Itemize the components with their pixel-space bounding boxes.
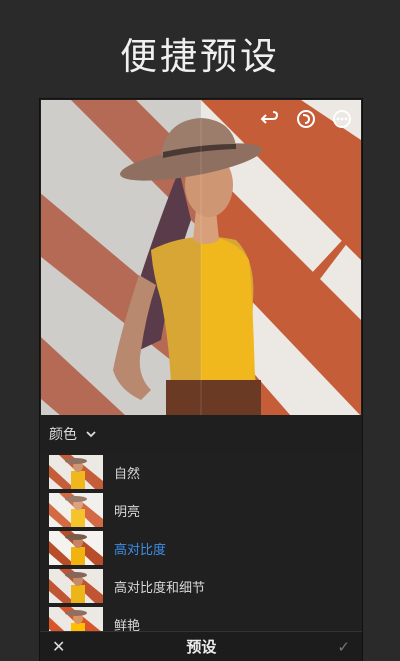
bottom-bar: ✕ 预设 ✓: [40, 631, 362, 661]
preset-label: 高对比度: [114, 542, 167, 558]
preset-label: 自然: [114, 466, 141, 482]
bottom-bar-title: 预设: [186, 638, 217, 656]
close-icon[interactable]: ✕: [52, 637, 65, 656]
preset-item-high-contrast[interactable]: 高对比度: [40, 529, 362, 567]
category-label: 颜色: [49, 427, 77, 443]
preset-list: 自然 明亮 高对比度 高对比度和细节 鲜艳: [40, 453, 362, 643]
preset-thumbnail: [49, 531, 103, 565]
preset-thumbnail: [49, 455, 103, 489]
preset-item-high-contrast-detail[interactable]: 高对比度和细节: [40, 567, 362, 605]
photo-preview: [41, 100, 361, 416]
photo-toolbar: [259, 108, 353, 130]
preset-item-natural[interactable]: 自然: [40, 453, 362, 491]
presets-icon[interactable]: [295, 108, 317, 130]
preset-item-bright[interactable]: 明亮: [40, 491, 362, 529]
undo-icon[interactable]: [259, 108, 281, 130]
chevron-down-icon: [85, 428, 97, 440]
preset-label: 高对比度和细节: [114, 580, 206, 596]
phone-screen: 颜色 自然 明亮 高对比度 高对比度和细节 鲜艳 ✕ 预设 ✓: [39, 98, 363, 661]
page-headline: 便捷预设: [120, 35, 280, 78]
more-icon[interactable]: [331, 108, 353, 130]
preset-category-selector[interactable]: 颜色: [40, 415, 362, 453]
preset-label: 明亮: [114, 504, 141, 520]
portrait-photo: [41, 100, 361, 416]
preset-thumbnail: [49, 493, 103, 527]
checkmark-icon[interactable]: ✓: [337, 638, 350, 656]
preset-thumbnail: [49, 569, 103, 603]
